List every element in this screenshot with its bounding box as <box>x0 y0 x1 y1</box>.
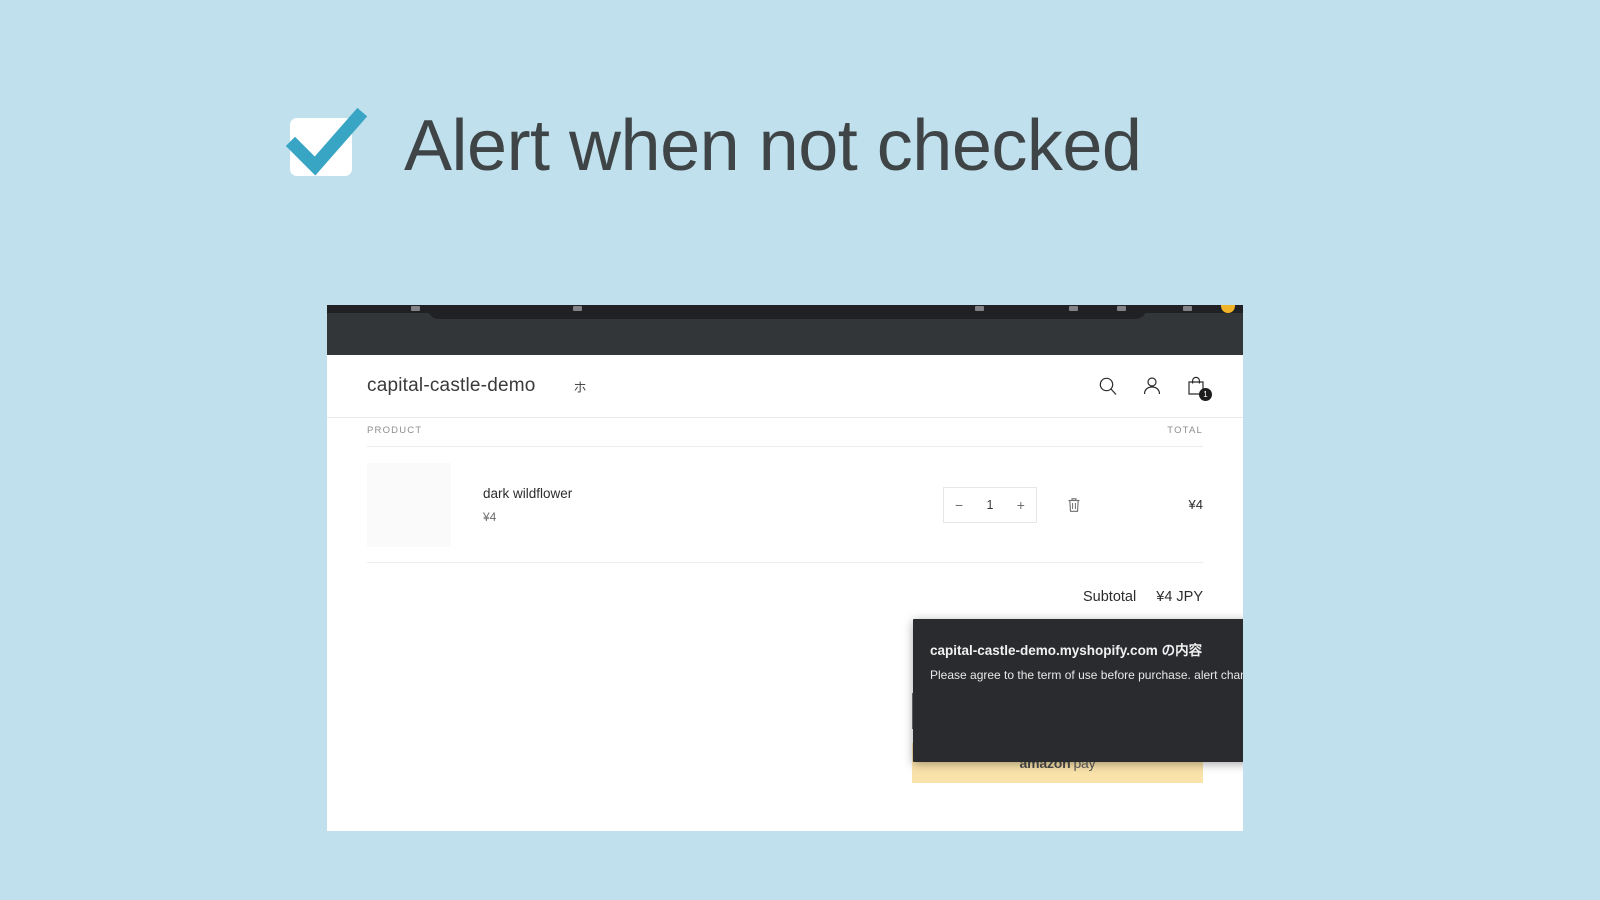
quantity-value[interactable]: 1 <box>987 498 994 512</box>
product-thumbnail[interactable] <box>367 462 451 547</box>
product-info: dark wildflower ¥4 <box>483 486 943 524</box>
page-title: Alert when not checked <box>404 106 1142 186</box>
search-icon[interactable] <box>1097 375 1119 397</box>
product-unit-price: ¥4 <box>483 509 497 524</box>
store-name[interactable]: capital-castle-demo <box>367 375 536 397</box>
chrome-toolbar-dot <box>411 306 420 311</box>
line-item-total: ¥4 <box>1188 497 1203 512</box>
product-title[interactable]: dark wildflower <box>483 486 943 501</box>
quantity-increment-button[interactable]: + <box>1017 498 1025 512</box>
chrome-toolbar-dot <box>573 306 582 311</box>
dialog-title: capital-castle-demo.myshopify.com の内容 <box>930 643 1203 658</box>
subtotal-label: Subtotal <box>1083 589 1137 605</box>
account-icon[interactable] <box>1141 375 1163 397</box>
dialog-message: Please agree to the term of use before p… <box>930 668 1243 682</box>
browser-window: capital-castle-demo ホ 1 PRODUCT TOTAL da… <box>327 305 1243 831</box>
column-header-product: PRODUCT <box>367 425 423 436</box>
trash-icon[interactable] <box>1065 496 1083 514</box>
quantity-decrement-button[interactable]: − <box>955 498 963 512</box>
chrome-toolbar-dot <box>1183 306 1192 311</box>
subtotal-row: Subtotal ¥4 JPY <box>367 589 1203 605</box>
subtotal-value: ¥4 JPY <box>1156 589 1203 605</box>
address-bar[interactable] <box>427 305 1147 319</box>
quantity-stepper: − 1 + <box>943 486 1037 523</box>
header-icon-group: 1 <box>1097 375 1212 401</box>
checkmark-icon <box>285 107 368 180</box>
store-header: capital-castle-demo ホ 1 <box>327 355 1243 418</box>
cart-count-badge: 1 <box>1199 388 1212 401</box>
cart-table-header: PRODUCT TOTAL <box>367 417 1203 447</box>
javascript-alert-dialog: capital-castle-demo.myshopify.com の内容 Pl… <box>913 619 1243 762</box>
chrome-toolbar-dot <box>975 306 984 311</box>
chrome-toolbar-dot <box>1117 306 1126 311</box>
table-row: dark wildflower ¥4 − 1 + ¥4 <box>367 447 1203 563</box>
chrome-toolbar-dot <box>1069 306 1078 311</box>
cart-icon[interactable]: 1 <box>1185 375 1212 401</box>
nav-home-link[interactable]: ホ <box>574 377 587 396</box>
column-header-total: TOTAL <box>1167 425 1203 436</box>
browser-chrome <box>327 305 1243 355</box>
page-banner: Alert when not checked <box>285 106 1142 186</box>
